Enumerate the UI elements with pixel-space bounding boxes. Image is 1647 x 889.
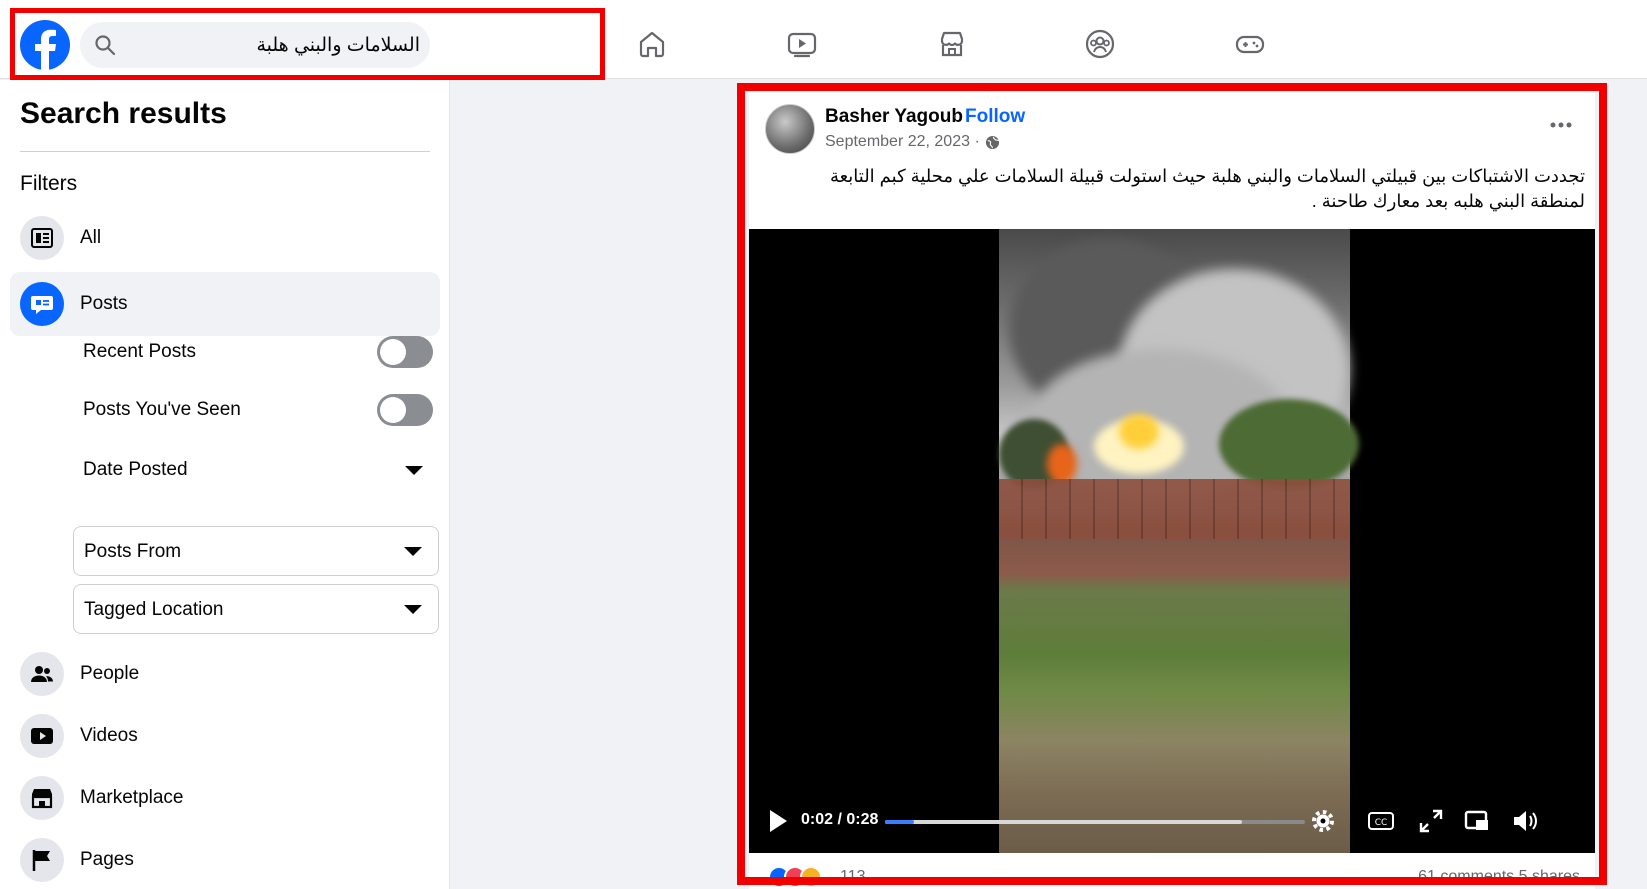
chevron-down-icon — [405, 466, 423, 475]
shop-icon — [20, 776, 64, 820]
flag-icon — [20, 838, 64, 882]
posts-icon — [20, 282, 64, 326]
feed-icon — [20, 216, 64, 260]
marketplace-icon[interactable] — [932, 24, 972, 64]
video-icon — [20, 714, 64, 758]
watch-icon[interactable] — [782, 24, 822, 64]
tagged-location-label: Tagged Location — [84, 599, 224, 620]
search-filters-sidebar: Search results Filters All Posts Recent … — [0, 80, 450, 889]
filter-marketplace[interactable]: Marketplace — [10, 766, 440, 830]
groups-icon[interactable] — [1080, 24, 1120, 64]
home-icon[interactable] — [632, 24, 672, 64]
search-highlight-box — [10, 8, 605, 80]
toggle-knob — [380, 397, 406, 423]
filter-posts-label: Posts — [80, 293, 128, 314]
posts-from-select[interactable]: Posts From — [73, 526, 439, 576]
divider — [20, 151, 430, 152]
posts-seen-filter: Posts You've Seen — [83, 390, 433, 430]
filter-all[interactable]: All — [10, 206, 440, 270]
filter-marketplace-label: Marketplace — [80, 787, 184, 808]
filter-videos-label: Videos — [80, 725, 138, 746]
posts-from-label: Posts From — [84, 541, 182, 562]
recent-posts-label: Recent Posts — [83, 341, 196, 362]
filter-people-label: People — [80, 663, 140, 684]
chevron-down-icon — [404, 605, 422, 614]
recent-posts-filter: Recent Posts — [83, 332, 433, 372]
filter-all-label: All — [80, 227, 102, 248]
chevron-down-icon — [404, 547, 422, 556]
filters-heading: Filters — [20, 172, 78, 195]
filter-pages-label: Pages — [80, 849, 134, 870]
filter-pages[interactable]: Pages — [10, 828, 440, 889]
date-posted-label: Date Posted — [83, 459, 188, 480]
date-posted-dropdown[interactable]: Date Posted — [83, 450, 433, 490]
filter-videos[interactable]: Videos — [10, 704, 440, 768]
post-highlight-box — [737, 83, 1607, 885]
page-title: Search results — [20, 97, 227, 130]
posts-seen-toggle[interactable] — [377, 394, 433, 426]
recent-posts-toggle[interactable] — [377, 336, 433, 368]
filter-posts[interactable]: Posts — [10, 272, 440, 336]
tagged-location-select[interactable]: Tagged Location — [73, 584, 439, 634]
people-icon — [20, 652, 64, 696]
toggle-knob — [380, 339, 406, 365]
filter-people[interactable]: People — [10, 642, 440, 706]
gaming-icon[interactable] — [1230, 24, 1270, 64]
posts-seen-label: Posts You've Seen — [83, 399, 241, 420]
